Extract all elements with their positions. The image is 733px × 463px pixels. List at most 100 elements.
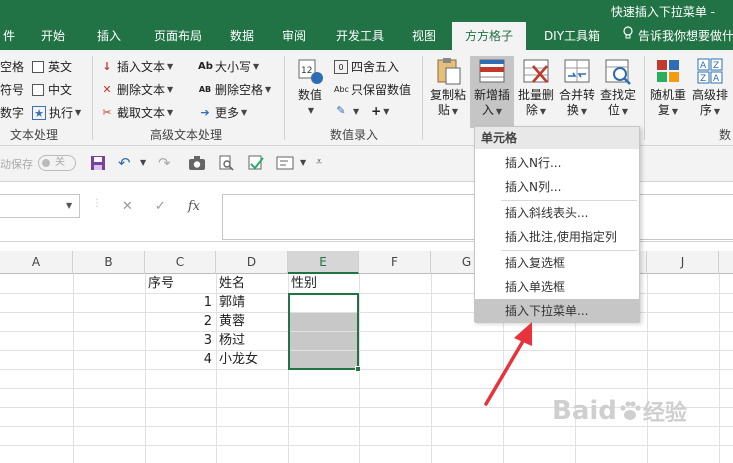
execute-button[interactable]: ★ 执行 ▼ [32, 104, 81, 121]
tab-developer[interactable]: 开发工具 [326, 22, 394, 50]
fill-handle[interactable] [355, 366, 361, 372]
print-preview-icon[interactable] [218, 155, 234, 174]
sort-az-icon: AZZA [695, 56, 725, 86]
plus-icon[interactable]: + [371, 104, 381, 118]
numeric-button[interactable]: 12 数值 ▼ [292, 56, 328, 118]
ribbon-item-digit[interactable]: 数字 [0, 104, 24, 121]
round-icon: 0 [334, 59, 348, 74]
cell-c-header[interactable]: 序号 [146, 274, 216, 293]
tab-diy-toolbox[interactable]: DIY工具箱 [536, 22, 608, 50]
extract-text-button[interactable]: ✂ 截取文本 ▼ [100, 104, 173, 121]
column-header-e[interactable]: E [288, 251, 359, 274]
menu-item-insert-dropdown[interactable]: 插入下拉菜单... [475, 299, 639, 323]
cell-c[interactable]: 3 [146, 331, 216, 350]
redo-icon[interactable]: ↷ [158, 154, 171, 172]
merge-convert-button[interactable]: 合并转 换 ▼ [557, 56, 597, 119]
copy-paste-button[interactable]: 复制粘 贴 ▼ [428, 56, 468, 119]
form-icon[interactable] [276, 155, 296, 174]
undo-icon[interactable]: ↶ [118, 154, 131, 172]
resize-handle-icon[interactable]: ⋮ [92, 198, 102, 209]
gridline [0, 369, 733, 370]
cancel-icon[interactable]: ✕ [122, 199, 133, 214]
group-label-partial: 数 [719, 128, 732, 142]
find-locate-button[interactable]: 查找定 位 ▼ [598, 56, 638, 119]
column-header-d[interactable]: D [216, 251, 288, 274]
tab-home[interactable]: 开始 [30, 22, 76, 50]
tab-file[interactable]: 件 [0, 22, 18, 50]
chevron-down-icon: ▼ [167, 108, 174, 117]
cell-d[interactable]: 郭靖 [217, 293, 287, 312]
edit-number-button[interactable]: ✎ ▼ + ▼ [334, 104, 389, 118]
tab-review[interactable]: 审阅 [274, 22, 314, 50]
delete-text-button[interactable]: ✕ 删除文本 ▼ [100, 81, 173, 98]
chevron-down-icon: ▼ [383, 106, 390, 116]
cell-c[interactable]: 4 [146, 350, 216, 369]
insert-dropdown-menu: 单元格 插入N行... 插入N列... 插入斜线表头... 插入批注,使用指定列… [474, 126, 640, 323]
cell-d[interactable]: 小龙女 [217, 350, 287, 369]
customize-qat-icon[interactable]: ⩡ [316, 155, 322, 169]
chevron-down-icon[interactable]: ▼ [140, 158, 146, 167]
menu-item-insert-n-columns[interactable]: 插入N列... [475, 175, 639, 199]
menu-item-insert-radio[interactable]: 插入单选框 [475, 275, 639, 299]
checkbox-english[interactable]: 英文 [32, 58, 72, 75]
numeric-icon: 12 [295, 56, 325, 86]
magnifier-icon [603, 56, 633, 86]
remove-spaces-button[interactable]: AB 删除空格 ▼ [198, 81, 271, 98]
tell-me-label: 告诉我你想要做什 [638, 29, 733, 43]
checkbox-chinese-label: 中文 [48, 83, 73, 97]
column-header-a[interactable]: A [0, 251, 73, 274]
insert-text-button[interactable]: ↓ 插入文本 ▼ [100, 58, 173, 75]
cell-c[interactable]: 1 [146, 293, 216, 312]
insert-function-icon[interactable]: fx [188, 199, 200, 214]
round-button[interactable]: 0 四舍五入 [334, 58, 399, 75]
batch-delete-button[interactable]: 批量删 除 ▼ [516, 56, 556, 119]
chevron-down-icon: ▼ [75, 108, 82, 117]
chevron-down-icon[interactable]: ▼ [300, 158, 306, 167]
save-icon[interactable] [90, 155, 106, 174]
more-button[interactable]: ➔ 更多 ▼ [198, 104, 247, 121]
case-button[interactable]: Ab 大小写 ▼ [198, 58, 259, 75]
random-repeat-button[interactable]: 随机重 复 ▼ [648, 56, 688, 119]
selection-range[interactable] [288, 293, 359, 370]
watermark: Baid 经验 [552, 395, 687, 427]
column-header-f[interactable]: F [359, 251, 431, 274]
extract-text-label: 截取文本 [117, 106, 166, 120]
confirm-icon[interactable]: ✓ [155, 199, 166, 214]
advanced-sort-button[interactable]: AZZA 高级排 序 ▼ [690, 56, 730, 119]
menu-item-insert-comment[interactable]: 插入批注,使用指定列 [475, 225, 639, 249]
ribbon-item-space[interactable]: 空格 [0, 58, 24, 75]
chevron-down-icon: ▼ [495, 107, 503, 116]
keep-numbers-button[interactable]: Abc 只保留数值 [334, 81, 411, 98]
insert-text-icon: ↓ [102, 59, 112, 73]
spell-check-icon[interactable] [247, 155, 265, 174]
lightbulb-icon [622, 22, 634, 50]
cell-d[interactable]: 杨过 [217, 331, 287, 350]
cell-c[interactable]: 2 [146, 312, 216, 331]
copy-paste-label-2: 贴 [437, 103, 450, 117]
tab-data[interactable]: 数据 [222, 22, 262, 50]
chevron-down-icon: ▼ [167, 62, 174, 71]
cell-d[interactable]: 黄蓉 [217, 312, 287, 331]
menu-item-insert-diagonal-header[interactable]: 插入斜线表头... [475, 201, 639, 225]
chevron-down-icon: ▼ [241, 108, 248, 117]
cell-e-header[interactable]: 性别 [289, 274, 359, 293]
new-insert-button[interactable]: 新增插 入 ▼ [470, 56, 514, 128]
tab-page-layout[interactable]: 页面布局 [144, 22, 212, 50]
tell-me-box[interactable]: 告诉我你想要做什 [622, 22, 733, 50]
cell-d-header[interactable]: 姓名 [217, 274, 287, 293]
column-header-b[interactable]: B [73, 251, 145, 274]
column-header-c[interactable]: C [145, 251, 216, 274]
chevron-down-icon: ▼ [621, 107, 629, 116]
menu-item-insert-n-rows[interactable]: 插入N行... [475, 151, 639, 175]
tab-view[interactable]: 视图 [404, 22, 444, 50]
chevron-down-icon[interactable]: ▼ [66, 201, 72, 210]
camera-icon[interactable] [188, 155, 206, 174]
tab-fangfang-gezi[interactable]: 方方格子 [452, 22, 526, 50]
group-divider [644, 56, 645, 140]
tab-insert[interactable]: 插入 [86, 22, 132, 50]
checkbox-chinese[interactable]: 中文 [32, 81, 72, 98]
menu-item-insert-checkbox[interactable]: 插入复选框 [475, 251, 639, 275]
column-header-j[interactable]: J [647, 251, 719, 274]
ribbon-item-symbol[interactable]: 符号 [0, 81, 24, 98]
autosave-toggle[interactable]: 关 [38, 155, 76, 171]
